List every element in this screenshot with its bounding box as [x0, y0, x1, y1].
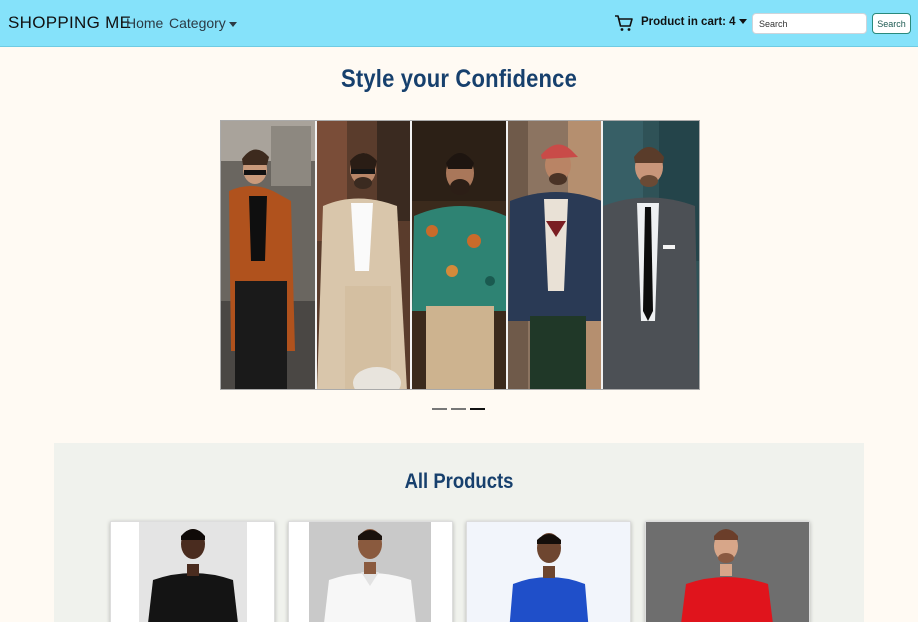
model-photo	[603, 121, 699, 389]
chevron-down-icon	[738, 19, 747, 25]
nav-home-link[interactable]: Home	[126, 15, 163, 31]
carousel-slide-1	[221, 121, 317, 389]
navbar: SHOPPING ME Home Category Product in car…	[0, 0, 918, 47]
carousel-indicator-1[interactable]	[432, 408, 447, 410]
cart-count-label: Product in cart: 4	[641, 16, 736, 28]
carousel-slide-3	[412, 121, 508, 389]
product-image	[467, 522, 630, 622]
search-input[interactable]	[752, 13, 867, 34]
model-photo	[412, 121, 506, 389]
product-card-4[interactable]	[645, 521, 810, 622]
model-photo	[221, 121, 315, 389]
all-products-section: All Products	[54, 443, 864, 622]
product-card-2[interactable]	[288, 521, 453, 622]
nav-category-dropdown[interactable]: Category	[169, 15, 237, 31]
carousel-slide-2	[316, 121, 413, 389]
product-image	[646, 522, 809, 622]
carousel-slide-5	[603, 121, 699, 389]
carousel-slide-4	[507, 121, 604, 389]
carousel-indicators	[432, 408, 485, 410]
hero-carousel[interactable]	[220, 120, 700, 390]
product-card-1[interactable]	[110, 521, 275, 622]
carousel-indicator-2[interactable]	[451, 408, 466, 410]
products-title: All Products	[404, 470, 514, 493]
product-card-3[interactable]	[466, 521, 631, 622]
cart-dropdown[interactable]: Product in cart: 4	[641, 16, 747, 28]
shopping-cart-icon[interactable]	[614, 14, 634, 32]
hero-title: Style your Confidence	[341, 65, 577, 93]
product-image	[111, 522, 274, 622]
model-photo	[316, 121, 411, 389]
nav-category-label: Category	[169, 15, 226, 31]
brand-logo[interactable]: SHOPPING ME	[8, 13, 131, 33]
carousel-indicator-3[interactable]	[470, 408, 485, 410]
model-photo	[507, 121, 602, 389]
chevron-down-icon	[228, 21, 237, 27]
search-button[interactable]: Search	[872, 13, 911, 34]
product-image	[289, 522, 452, 622]
